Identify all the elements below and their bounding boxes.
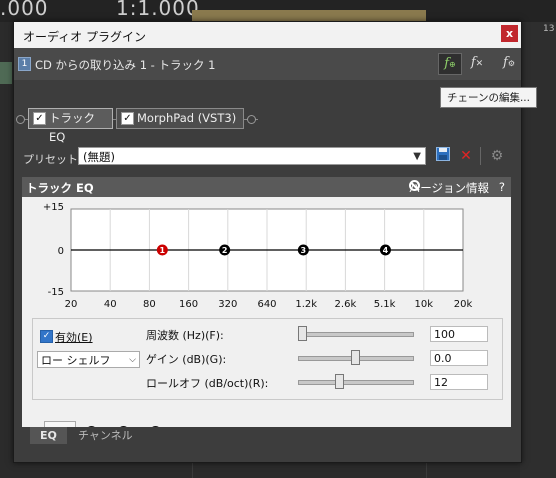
gain-slider-thumb[interactable] [350,350,360,365]
delete-icon[interactable]: ✕ [457,147,475,165]
eq-band-label: 4 [383,246,389,255]
help-button[interactable]: ? [499,180,505,194]
eq-x-tick-label: 20k [454,299,473,310]
toolbar-divider [480,147,481,165]
eq-x-tick-label: 640 [257,299,276,310]
preset-value: (無題) [83,150,115,164]
preset-label: プリセット: [23,153,82,166]
save-icon[interactable] [434,147,452,165]
eq-y-tick-label: +15 [43,202,64,213]
preset-dropdown[interactable]: (無題) ▼ [78,147,426,165]
chevron-down-icon: ⌵ [129,355,136,365]
frequency-slider-track[interactable] [298,332,414,337]
frequency-input[interactable]: 100 [430,326,488,342]
eq-y-tick-label: -15 [48,287,64,298]
eq-band-label: 2 [222,246,228,255]
rolloff-label: ロールオフ (dB/oct)(R): [146,377,269,390]
eq-x-tick-label: 5.1k [374,299,396,310]
chain-end-node [247,115,256,124]
track-header-strip [0,62,12,84]
eq-band-label: 3 [301,246,307,255]
gear-icon[interactable]: ⚙ [488,147,506,165]
panel-titlebar: トラック EQ バージョン情報 ? [22,177,511,197]
time-display-right: 1:1.000 [116,0,200,20]
tab-eq[interactable]: EQ [30,427,67,444]
gain-input[interactable]: 0.0 [430,350,488,366]
chevron-down-icon: ▼ [413,151,421,162]
ruler-number: 13 [543,24,555,34]
eq-x-tick-label: 20 [65,299,78,310]
fx-settings-icon[interactable]: f⚙ [498,53,520,73]
plugin-label: MorphPad (VST3) [137,111,237,125]
rolloff-slider-thumb[interactable] [334,374,344,389]
plugin-label: トラック EQ [49,111,95,144]
enabled-label[interactable]: 有効(E) [55,329,93,345]
band-controls: ✓ 有効(E) ロー シェルフ ⌵ 周波数 (Hz)(F): 100 ゲイン (… [32,318,503,400]
gain-label: ゲイン (dB)(G): [146,353,227,366]
rolloff-input[interactable]: 12 [430,374,488,390]
chain-edit-tooltip: チェーンの編集... [440,87,537,108]
eq-band-label: 1 [160,246,166,255]
plugin-enable-checkbox[interactable]: ✓ [33,112,46,125]
frequency-label: 周波数 (Hz)(F): [146,329,224,342]
track-eq-panel: トラック EQ バージョン情報 ? +15 0 -15 20 40 80 160 320 640… [22,177,511,442]
eq-x-tick-label: 160 [179,299,198,310]
window-title: オーディオ プラグイン [23,30,146,44]
time-display-left: .000 [0,0,49,20]
plugin-track-eq-button[interactable]: ✓ トラック EQ [28,108,113,144]
panel-title: トラック EQ [26,181,94,195]
track-header: 1 CD からの取り込み 1 - トラック 1 f⊕ f✕ f⚙ [14,48,521,80]
window-titlebar[interactable]: オーディオ プラグイン x [14,22,521,48]
eq-x-tick-label: 10k [415,299,434,310]
frequency-slider-thumb[interactable] [298,326,307,341]
plugin-enable-checkbox[interactable]: ✓ [121,112,134,125]
track-name: CD からの取り込み 1 - トラック 1 [35,58,216,72]
plugin-morphpad-button[interactable]: ✓ MorphPad (VST3) [116,108,244,129]
eq-x-tick-label: 320 [218,299,237,310]
eq-graph-svg[interactable]: +15 0 -1520 40 80 160 320 640 1.2k 2.6k 5.1k 10k 20k… [22,197,511,315]
track-number-badge: 1 [18,57,31,71]
rolloff-slider-track[interactable] [298,380,414,385]
filter-type-value: ロー シェルフ [41,354,111,367]
eq-graph[interactable]: +15 0 -15 20 40 80 160 320 640 1.2k 2.6k 5.1k 10k 20k… [22,197,511,315]
bottom-tab-bar: EQ チャンネル [22,427,511,444]
eq-x-tick-label: 2.6k [335,299,357,310]
eq-y-tick-label: 0 [58,246,64,257]
fx-chain-icon[interactable]: f⊕ [438,53,462,75]
version-info-link[interactable]: バージョン情報 [409,180,489,196]
tab-channel[interactable]: チャンネル [68,427,143,444]
eq-x-tick-label: 1.2k [295,299,317,310]
enabled-checkbox[interactable]: ✓ [40,330,53,343]
filter-type-dropdown[interactable]: ロー シェルフ ⌵ [37,351,140,368]
fx-bypass-icon[interactable]: f✕ [466,53,488,73]
close-button[interactable]: x [501,25,518,42]
eq-x-tick-label: 80 [143,299,156,310]
chain-start-node [16,115,25,124]
eq-x-tick-label: 40 [104,299,117,310]
